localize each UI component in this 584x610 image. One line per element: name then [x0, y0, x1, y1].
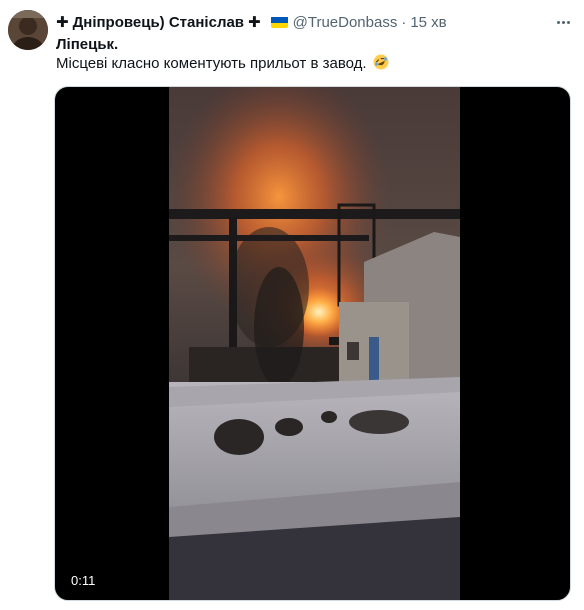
display-name: Дніпровець) Станіслав: [72, 13, 245, 31]
separator-dot: ·: [401, 13, 407, 31]
display-name-link[interactable]: ✚ Дніпровець) Станіслав ✚: [56, 13, 288, 31]
avatar[interactable]: [8, 10, 48, 50]
tweet-header: ✚ Дніпровець) Станіслав ✚ @TrueDonbass ·…: [56, 11, 447, 33]
timestamp[interactable]: 15 хв: [410, 14, 446, 31]
cross-suffix: ✚: [248, 14, 261, 31]
ellipsis-dot: [566, 20, 570, 24]
more-options-button[interactable]: [552, 13, 574, 31]
ellipsis-icon: [556, 20, 560, 24]
video-thumbnail: [169, 87, 460, 600]
tweet-text-line-2: Місцеві класно коментують прильот в заво…: [56, 54, 389, 74]
video-player[interactable]: 0:11: [54, 86, 571, 601]
video-frame[interactable]: [169, 87, 460, 600]
tweet-text: Місцеві класно коментують прильот в заво…: [56, 55, 367, 72]
user-handle[interactable]: @TrueDonbass: [293, 14, 398, 31]
ukraine-flag-icon: [270, 16, 288, 28]
ellipsis-dot: [561, 20, 565, 24]
tweet-text-line-1: Ліпецьк.: [56, 36, 119, 53]
cross-prefix: ✚: [56, 14, 69, 31]
avatar-image: [8, 10, 48, 50]
tweet[interactable]: ✚ Дніпровець) Станіслав ✚ @TrueDonbass ·…: [0, 0, 584, 610]
video-duration: 0:11: [67, 572, 100, 589]
rolling-on-floor-laughing-emoji-icon: [373, 54, 389, 70]
